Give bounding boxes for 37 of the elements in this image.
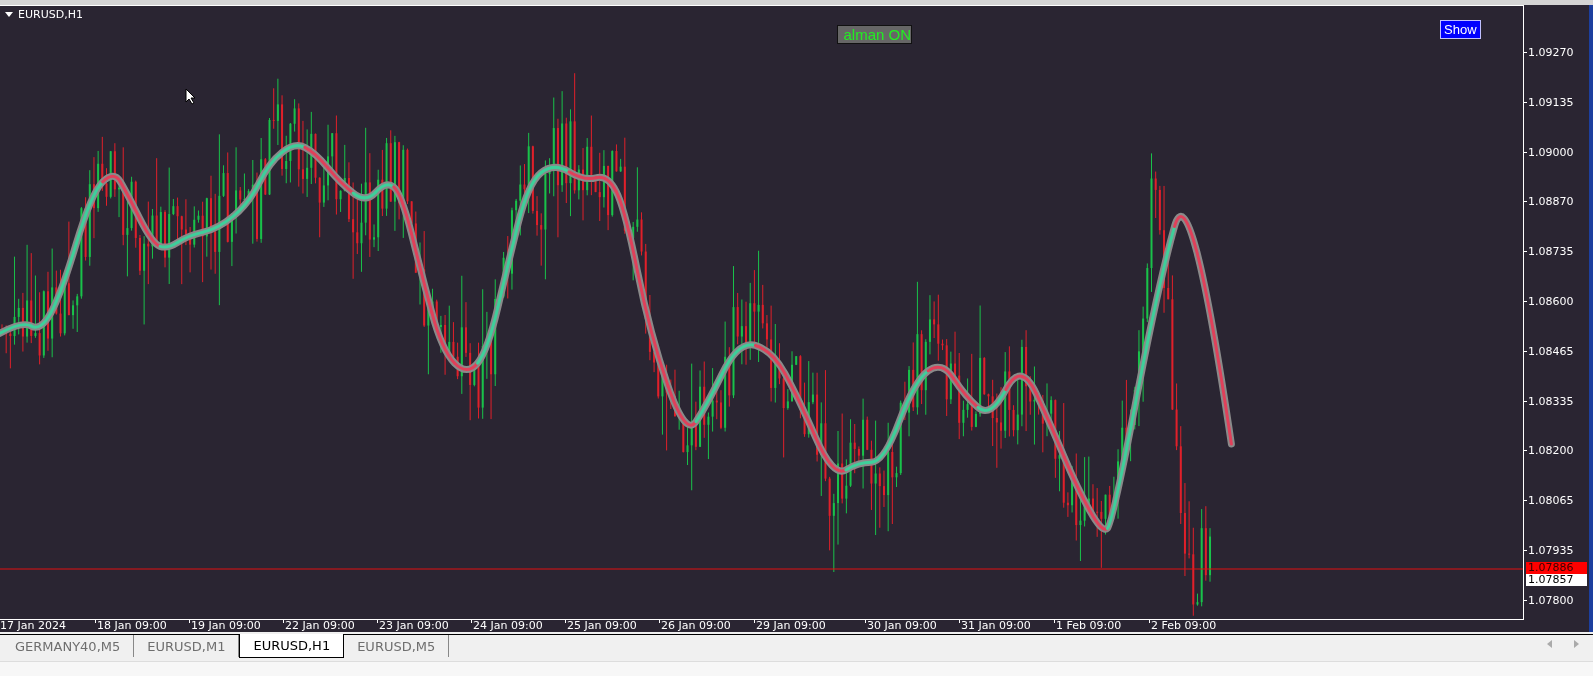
price-label: 1.09135 bbox=[1528, 95, 1574, 109]
price-label: 1.07935 bbox=[1528, 544, 1574, 557]
scroll-left-icon[interactable] bbox=[1547, 640, 1552, 648]
time-label: 18 Jan 09:00 bbox=[97, 620, 167, 632]
time-label: 25 Jan 09:00 bbox=[567, 620, 637, 632]
time-label: 29 Jan 09:00 bbox=[756, 620, 826, 632]
price-label: 1.09270 bbox=[1528, 46, 1574, 59]
chart-tab[interactable]: EURUSD,M5 bbox=[344, 635, 450, 657]
cursor-icon bbox=[185, 88, 196, 105]
chart-title: EURUSD,H1 bbox=[18, 8, 83, 21]
price-label: 1.08735 bbox=[1528, 245, 1574, 259]
time-label: 26 Jan 09:00 bbox=[661, 620, 731, 632]
time-label: 19 Jan 09:00 bbox=[191, 620, 261, 632]
time-label: 30 Jan 09:00 bbox=[867, 620, 937, 632]
price-label: 1.07800 bbox=[1528, 593, 1574, 607]
chart-tab[interactable]: GERMANY40,M5 bbox=[2, 635, 135, 657]
time-label: 24 Jan 09:00 bbox=[473, 620, 543, 632]
time-label: 22 Jan 09:00 bbox=[285, 620, 355, 632]
price-label: 1.08600 bbox=[1528, 295, 1574, 308]
price-label: 1.08465 bbox=[1528, 344, 1574, 358]
bid-price-tag: 1.07857 bbox=[1526, 574, 1587, 586]
time-label: 23 Jan 09:00 bbox=[379, 620, 449, 632]
price-label: 1.09000 bbox=[1528, 145, 1574, 159]
time-label: 17 Jan 2024 bbox=[0, 620, 66, 632]
time-label: 2 Feb 09:00 bbox=[1151, 620, 1217, 632]
price-label: 1.08200 bbox=[1528, 444, 1574, 458]
scroll-right-icon[interactable] bbox=[1574, 640, 1579, 648]
price-label: 1.08065 bbox=[1528, 494, 1574, 508]
show-button[interactable]: Show bbox=[1440, 20, 1481, 39]
chart-tab[interactable]: EURUSD,H1 bbox=[239, 634, 345, 658]
time-label: 1 Feb 09:00 bbox=[1056, 620, 1122, 632]
price-label: 1.08870 bbox=[1528, 195, 1574, 209]
price-label: 1.08335 bbox=[1528, 394, 1574, 408]
indicator-label: alman ON bbox=[837, 25, 912, 44]
time-label: 31 Jan 09:00 bbox=[961, 620, 1031, 632]
dropdown-icon bbox=[5, 12, 13, 17]
current-price-tag: 1.07886 bbox=[1526, 562, 1587, 574]
